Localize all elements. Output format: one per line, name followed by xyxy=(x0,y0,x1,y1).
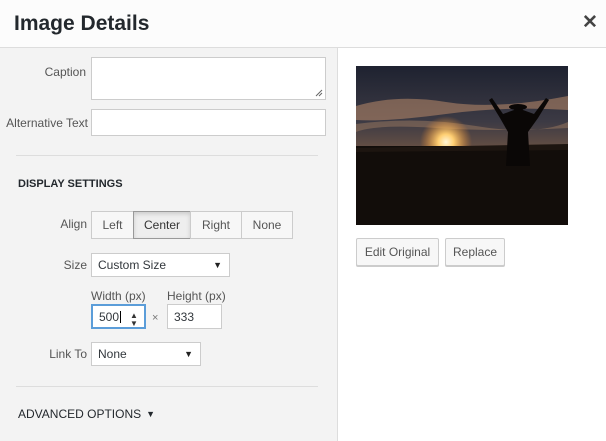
caption-label: Caption xyxy=(44,65,86,79)
number-spinner-icon[interactable]: ▲ ▼ xyxy=(130,312,138,328)
height-value: 333 xyxy=(174,309,195,324)
size-label: Size xyxy=(63,258,87,272)
chevron-down-icon: ▼ xyxy=(184,349,193,359)
width-value: 500 xyxy=(99,309,120,324)
display-settings-heading: DISPLAY SETTINGS xyxy=(18,178,123,190)
advanced-options-label: ADVANCED OPTIONS xyxy=(18,407,142,421)
times-sign: × xyxy=(152,312,159,324)
edit-original-button[interactable]: Edit Original xyxy=(356,238,439,266)
align-label: Align xyxy=(60,217,87,231)
link-to-select-value: None xyxy=(98,347,127,361)
link-to-select[interactable]: None ▼ xyxy=(91,342,201,366)
advanced-options-toggle[interactable]: ADVANCED OPTIONS ▼ xyxy=(18,407,155,421)
resize-handle-icon[interactable] xyxy=(315,89,323,97)
width-label: Width (px) xyxy=(91,289,146,303)
divider xyxy=(16,386,318,387)
modal-header: Image Details ✕ xyxy=(0,0,606,48)
modal-title: Image Details xyxy=(14,12,150,35)
image-preview xyxy=(356,66,568,225)
caption-textarea[interactable] xyxy=(91,57,326,100)
text-cursor xyxy=(120,310,122,323)
size-select-value: Custom Size xyxy=(98,258,167,272)
caret-down-icon: ▼ xyxy=(146,409,156,419)
chevron-down-icon: ▼ xyxy=(213,260,222,270)
replace-button[interactable]: Replace xyxy=(445,238,505,266)
close-icon[interactable]: ✕ xyxy=(580,13,600,33)
alt-text-input[interactable] xyxy=(91,109,326,136)
settings-panel: Caption Alternative Text DISPLAY SETTING… xyxy=(0,48,338,441)
height-label: Height (px) xyxy=(167,289,226,303)
width-input[interactable]: 500 ▲ ▼ xyxy=(91,304,146,329)
preview-panel: Edit Original Replace xyxy=(338,48,606,441)
size-select[interactable]: Custom Size ▼ xyxy=(91,253,230,277)
align-none-button[interactable]: None xyxy=(241,211,293,239)
alt-text-label: Alternative Text xyxy=(6,116,88,130)
height-input[interactable]: 333 xyxy=(167,304,222,329)
link-to-label: Link To xyxy=(49,347,87,361)
align-button-group: Left Center Right None xyxy=(91,211,293,239)
align-right-button[interactable]: Right xyxy=(190,211,242,239)
align-left-button[interactable]: Left xyxy=(91,211,134,239)
align-center-button[interactable]: Center xyxy=(133,211,191,239)
divider xyxy=(16,155,318,156)
sunset-silhouette-image xyxy=(356,66,568,225)
